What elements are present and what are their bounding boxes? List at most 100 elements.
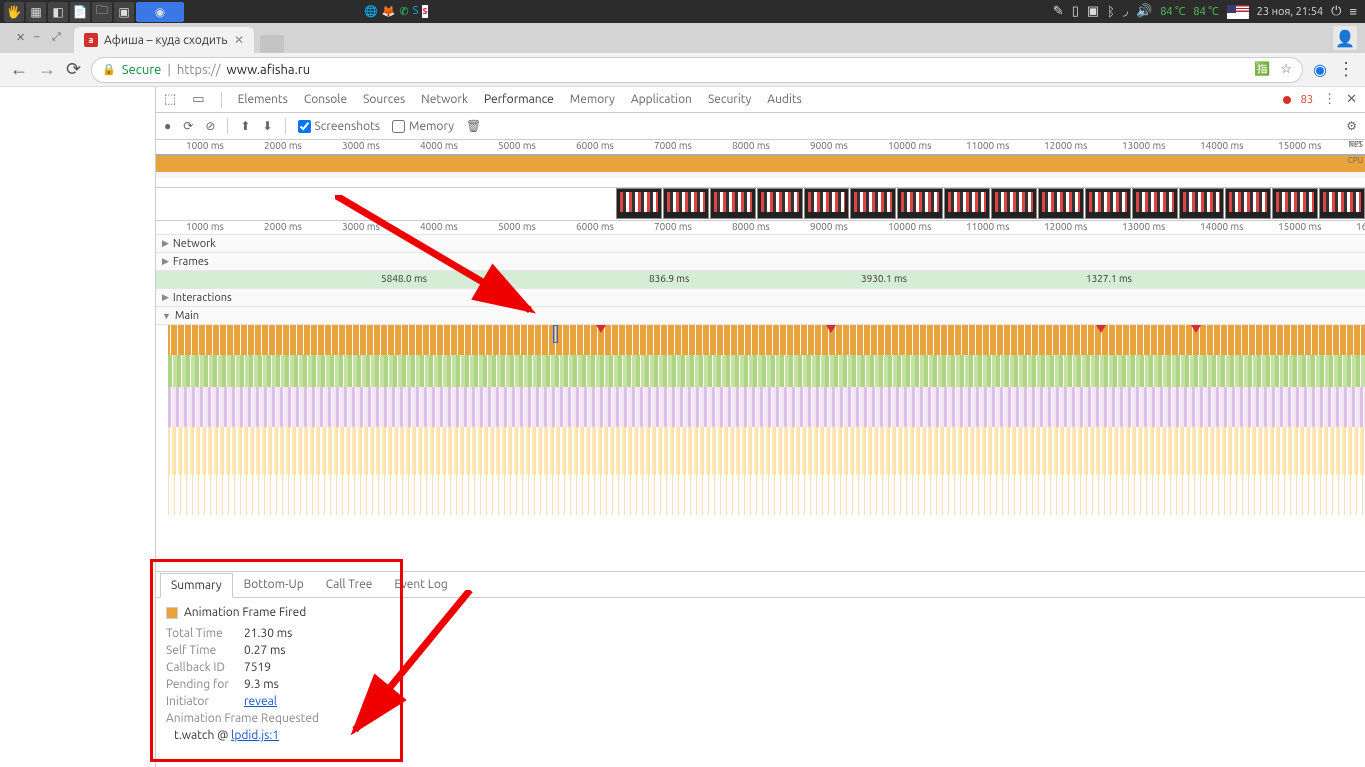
- tab-close-icon[interactable]: ✕: [234, 33, 244, 47]
- screenshot-thumb[interactable]: [1272, 188, 1318, 219]
- firefox-icon[interactable]: 🦊: [382, 5, 396, 18]
- skype-icon[interactable]: S: [413, 5, 419, 18]
- event-name: Animation Frame Fired: [184, 606, 306, 619]
- tab-summary[interactable]: Summary: [160, 573, 233, 598]
- screenshot-thumb[interactable]: [897, 188, 943, 219]
- power-icon[interactable]: ⏻: [1331, 4, 1341, 19]
- monitor-icon[interactable]: ◧: [48, 2, 68, 22]
- tab-console[interactable]: Console: [304, 93, 347, 106]
- screenshot-thumb[interactable]: [1179, 188, 1225, 219]
- chrome-icon[interactable]: 🌐: [364, 5, 378, 18]
- screenshot-thumb[interactable]: [850, 188, 896, 219]
- tab-performance[interactable]: Performance: [484, 93, 554, 106]
- screenshot-thumb[interactable]: [1132, 188, 1178, 219]
- ruler-tick: 6000 ms: [576, 221, 614, 232]
- main-flame-chart[interactable]: [156, 325, 1365, 585]
- keyboard-flag-icon[interactable]: [1227, 5, 1249, 19]
- slack-icon[interactable]: s: [422, 5, 427, 18]
- display-icon[interactable]: ▣: [1087, 4, 1099, 19]
- screenshot-thumb[interactable]: [757, 188, 803, 219]
- tab-event-log[interactable]: Event Log: [383, 572, 458, 597]
- browser-tab[interactable]: a Афиша – куда сходить ✕: [74, 27, 254, 53]
- app-launcher-icon[interactable]: 🖐: [4, 2, 24, 22]
- reload-button-icon[interactable]: ⟳: [66, 59, 81, 80]
- error-count[interactable]: 83: [1301, 94, 1313, 106]
- screenshot-thumb[interactable]: [710, 188, 756, 219]
- gc-icon[interactable]: 🗑: [466, 119, 481, 133]
- screenshot-thumb[interactable]: [1085, 188, 1131, 219]
- chrome-taskbar-icon[interactable]: ◉: [136, 2, 184, 22]
- tab-memory[interactable]: Memory: [570, 93, 615, 106]
- reload-record-icon[interactable]: ⟳: [183, 119, 193, 133]
- translate-icon[interactable]: 🈯: [1254, 62, 1270, 77]
- screenshot-thumb[interactable]: [804, 188, 850, 219]
- address-input[interactable]: 🔒 Secure | https://www.afisha.ru 🈯 ☆: [91, 57, 1303, 83]
- tab-security[interactable]: Security: [708, 93, 751, 106]
- ruler-tick: 2000 ms: [264, 140, 302, 151]
- stack-source-link[interactable]: lpdid.js:1: [231, 729, 279, 742]
- section-interactions[interactable]: ▶Interactions: [156, 289, 1365, 307]
- frames-track[interactable]: 5848.0 ms836.9 ms3930.1 ms1327.1 ms: [156, 271, 1365, 289]
- ruler-tick: 10000 ms: [888, 140, 931, 151]
- folder-icon[interactable]: 🗀: [92, 2, 112, 22]
- devtools-close-icon[interactable]: ✕: [1346, 92, 1357, 107]
- timeline-overview[interactable]: 1000 ms2000 ms3000 ms4000 ms5000 ms6000 …: [156, 140, 1365, 188]
- bookmark-icon[interactable]: ☆: [1280, 62, 1292, 77]
- screenshot-thumb[interactable]: [944, 188, 990, 219]
- inspect-icon[interactable]: ⬚: [164, 92, 176, 107]
- long-task-warning-icon: [596, 325, 606, 333]
- tab-bottom-up[interactable]: Bottom-Up: [233, 572, 315, 597]
- tab-sources[interactable]: Sources: [363, 93, 405, 106]
- screenshot-thumb[interactable]: [991, 188, 1037, 219]
- tab-call-tree[interactable]: Call Tree: [315, 572, 384, 597]
- memory-checkbox[interactable]: Memory: [392, 120, 454, 133]
- section-network[interactable]: ▶Network: [156, 235, 1365, 253]
- stat-row: Callback ID7519: [166, 661, 1355, 674]
- section-main[interactable]: ▼Main: [156, 307, 1365, 325]
- afr-label: Animation Frame Requested: [166, 712, 1355, 725]
- tab-network[interactable]: Network: [421, 93, 468, 106]
- record-button-icon[interactable]: ●: [164, 119, 171, 133]
- extension-icon[interactable]: ◉: [1313, 60, 1327, 79]
- volume-icon[interactable]: 🔊: [1136, 4, 1152, 19]
- download-icon[interactable]: ⬇: [262, 119, 272, 133]
- initiator-reveal-link[interactable]: reveal: [244, 695, 277, 708]
- new-tab-button[interactable]: [260, 35, 284, 53]
- screenshot-thumb[interactable]: [1225, 188, 1271, 219]
- window-minimize-icon[interactable]: –: [34, 31, 48, 45]
- stat-value: 21.30 ms: [244, 627, 292, 640]
- window-maximize-icon[interactable]: ⤢: [52, 31, 66, 45]
- tab-audits[interactable]: Audits: [767, 93, 802, 106]
- device-mode-icon[interactable]: ▭: [192, 92, 204, 107]
- whatsapp-icon[interactable]: ✆: [399, 5, 408, 18]
- clear-icon[interactable]: ⊘: [205, 119, 215, 133]
- section-frames[interactable]: ▶Frames: [156, 253, 1365, 271]
- terminal-icon[interactable]: ▣: [114, 2, 134, 22]
- ruler-tick: 4000 ms: [420, 140, 458, 151]
- screenshots-checkbox[interactable]: Screenshots: [298, 120, 381, 133]
- screenshot-thumb[interactable]: [1319, 188, 1365, 219]
- notes-icon[interactable]: 📄: [70, 2, 90, 22]
- frame-duration: 1327.1 ms: [1086, 273, 1132, 284]
- ruler-tick: 1000 ms: [186, 140, 224, 151]
- edit-icon[interactable]: ✎: [1053, 4, 1064, 19]
- profile-icon[interactable]: 👤: [1333, 26, 1357, 50]
- devtools-menu-icon[interactable]: ⋮: [1323, 92, 1336, 107]
- wifi-icon[interactable]: ◞: [1123, 4, 1128, 19]
- calc-icon[interactable]: ▦: [26, 2, 46, 22]
- ruler-tick: 13000 ms: [1122, 140, 1165, 151]
- bluetooth-icon[interactable]: ᛒ: [1107, 5, 1115, 19]
- menu-icon[interactable]: ≡: [1349, 4, 1357, 19]
- settings-gear-icon[interactable]: ⚙: [1346, 119, 1357, 133]
- battery-icon[interactable]: ▯: [1072, 4, 1079, 19]
- tab-application[interactable]: Application: [631, 93, 692, 106]
- back-button-icon[interactable]: ←: [10, 59, 28, 80]
- browser-menu-icon[interactable]: ⋮: [1337, 59, 1355, 80]
- window-close-icon[interactable]: ✕: [16, 31, 30, 45]
- cpu-temp-2: 84 °C: [1193, 6, 1218, 18]
- screenshot-thumb[interactable]: [616, 188, 662, 219]
- upload-icon[interactable]: ⬆: [240, 119, 250, 133]
- screenshot-thumb[interactable]: [663, 188, 709, 219]
- tab-elements[interactable]: Elements: [238, 93, 288, 106]
- screenshot-thumb[interactable]: [1038, 188, 1084, 219]
